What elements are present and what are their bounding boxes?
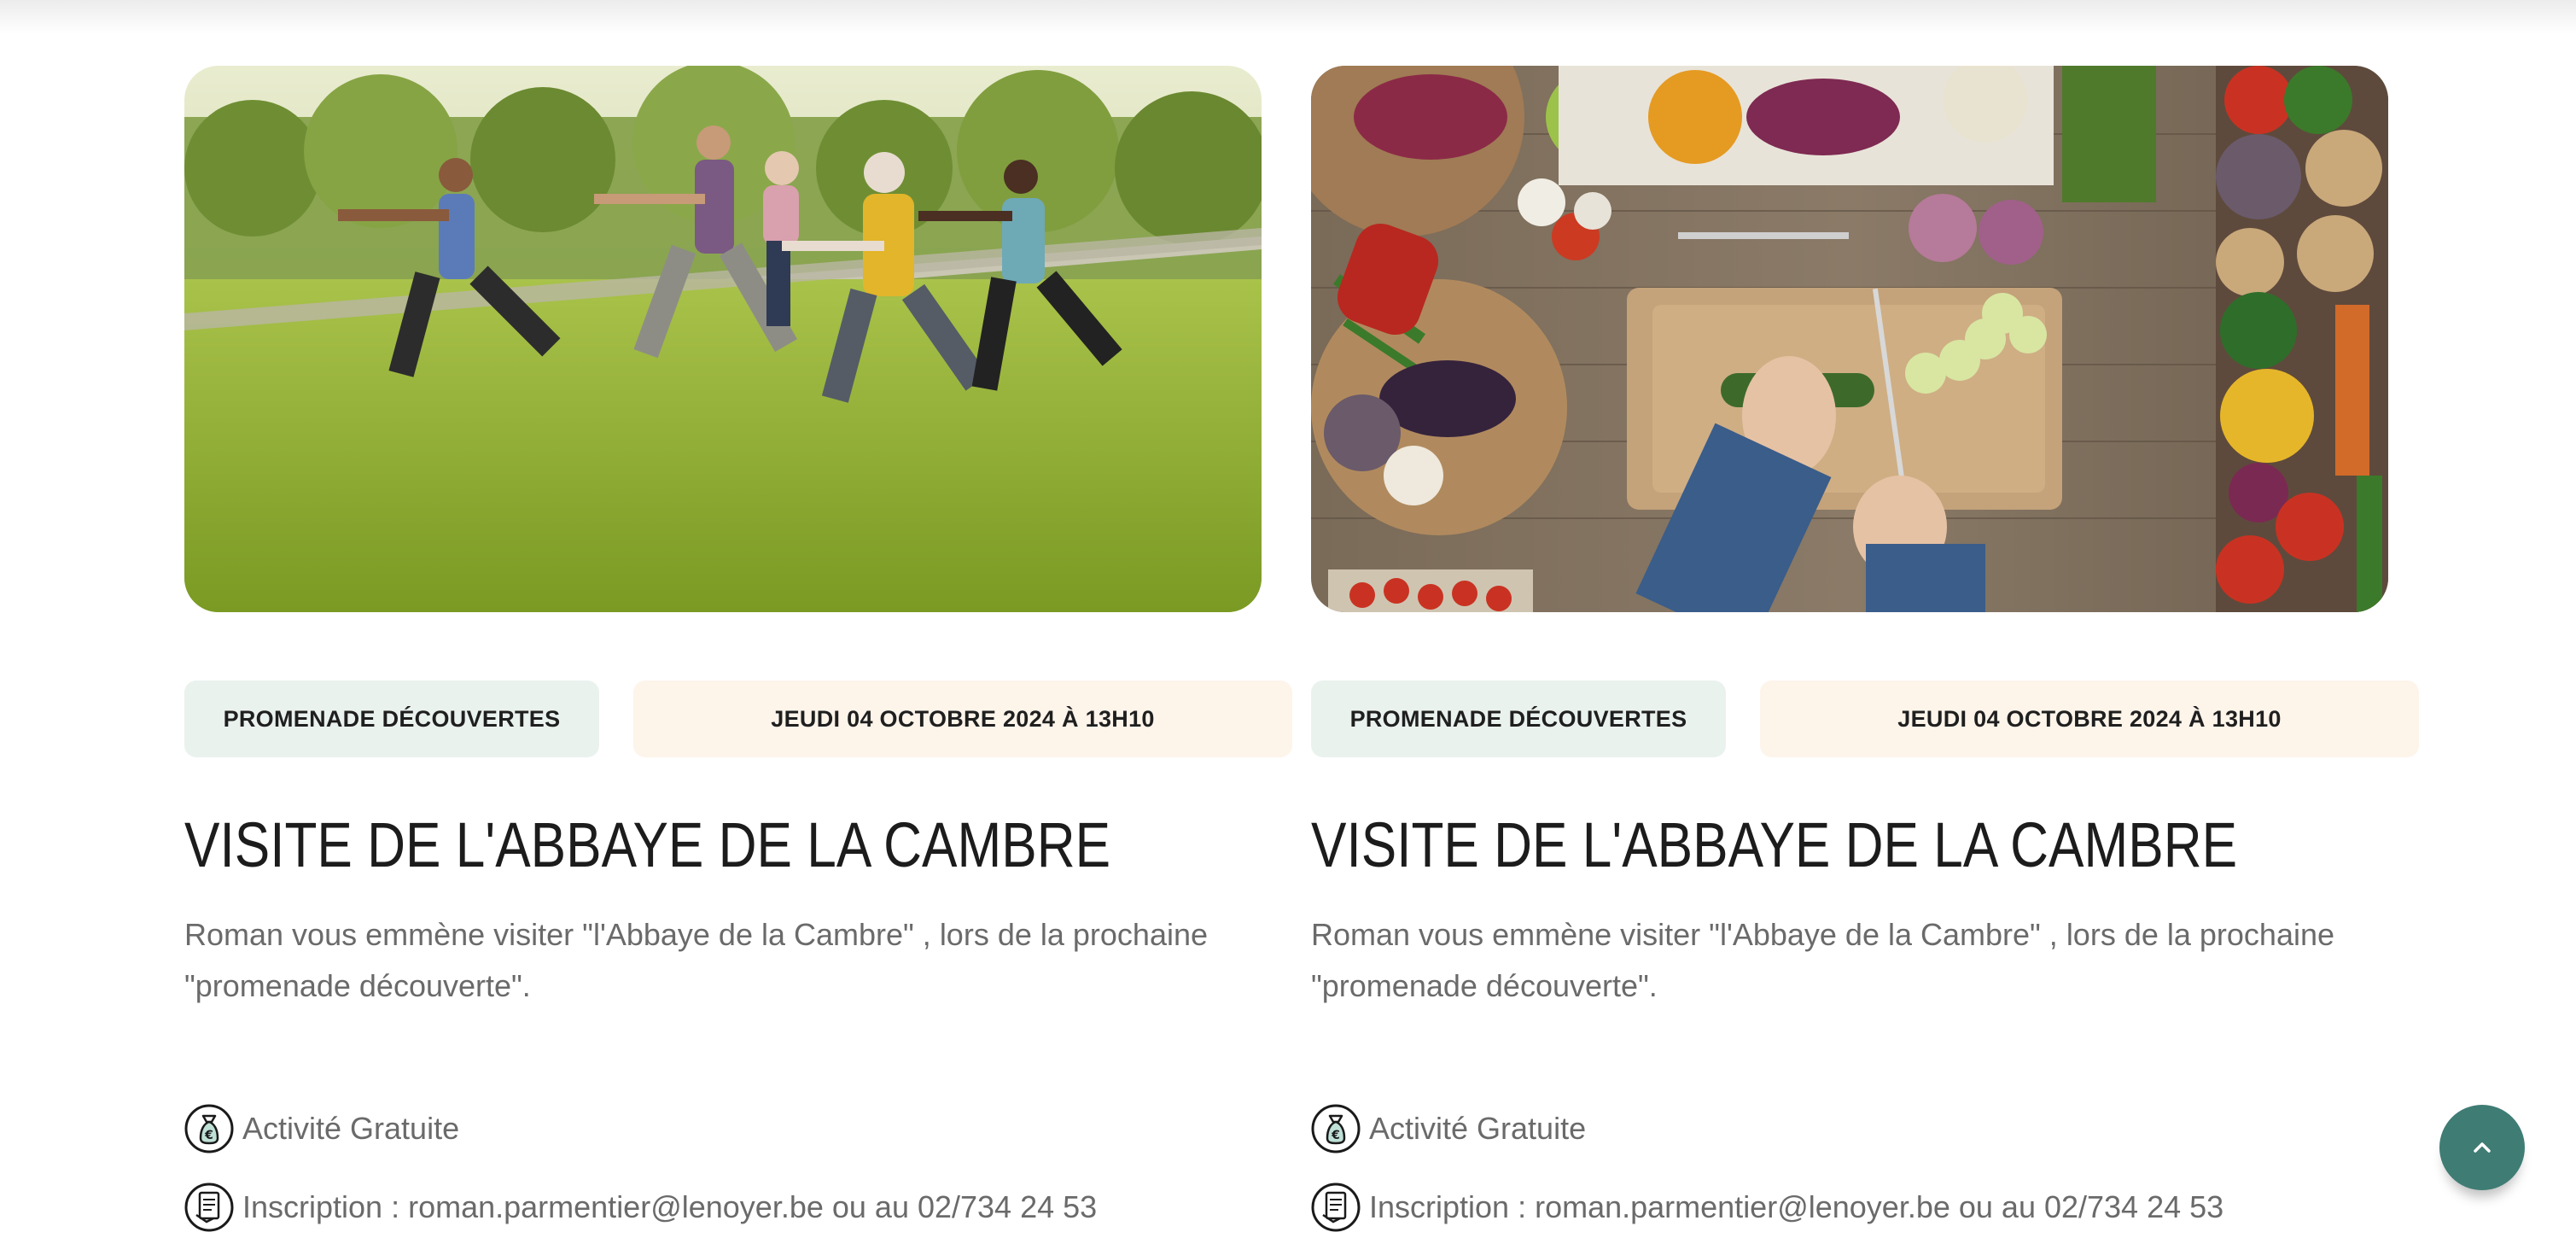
event-image[interactable] [184, 66, 1262, 612]
event-title[interactable]: VISITE DE L'ABBAYE DE LA CAMBRE [1311, 803, 2243, 888]
date-tag: JEUDI 04 OCTOBRE 2024 À 13H10 [633, 680, 1292, 757]
contact-row: Inscription : roman.parmentier@lenoyer.b… [1311, 1181, 2223, 1234]
event-image[interactable] [1311, 66, 2388, 612]
back-to-top-button[interactable] [2439, 1105, 2525, 1190]
date-tag: JEUDI 04 OCTOBRE 2024 À 13H10 [1760, 680, 2419, 757]
svg-text:€: € [204, 1129, 213, 1142]
registration-form-icon [184, 1183, 234, 1232]
event-title[interactable]: VISITE DE L'ABBAYE DE LA CAMBRE [184, 803, 1116, 888]
category-tag[interactable]: PROMENADE DÉCOUVERTES [1311, 680, 1726, 757]
category-tag[interactable]: PROMENADE DÉCOUVERTES [184, 680, 599, 757]
money-bag-icon: € [184, 1104, 234, 1153]
price-row: € Activité Gratuite [1311, 1102, 1586, 1155]
event-card: PROMENADE DÉCOUVERTES JEUDI 04 OCTOBRE 2… [1311, 66, 2419, 1232]
svg-text:€: € [1331, 1129, 1340, 1142]
money-bag-icon: € [1311, 1104, 1361, 1153]
contact-text[interactable]: Inscription : roman.parmentier@lenoyer.b… [242, 1189, 1097, 1225]
price-row: € Activité Gratuite [184, 1102, 459, 1155]
vegetables-photo [1311, 66, 2388, 612]
event-card: PROMENADE DÉCOUVERTES JEUDI 04 OCTOBRE 2… [184, 66, 1292, 1232]
header-shadow [0, 0, 2576, 34]
tai-chi-photo [184, 66, 1262, 612]
registration-form-icon [1311, 1183, 1361, 1232]
chevron-up-icon [2474, 1142, 2491, 1153]
event-description: Roman vous emmène visiter "l'Abbaye de l… [184, 917, 1209, 1003]
contact-row: Inscription : roman.parmentier@lenoyer.b… [184, 1181, 1097, 1234]
event-description: Roman vous emmène visiter "l'Abbaye de l… [1311, 917, 2335, 1003]
contact-text[interactable]: Inscription : roman.parmentier@lenoyer.b… [1369, 1189, 2223, 1225]
price-text: Activité Gratuite [242, 1111, 460, 1146]
price-text: Activité Gratuite [1369, 1111, 1587, 1146]
